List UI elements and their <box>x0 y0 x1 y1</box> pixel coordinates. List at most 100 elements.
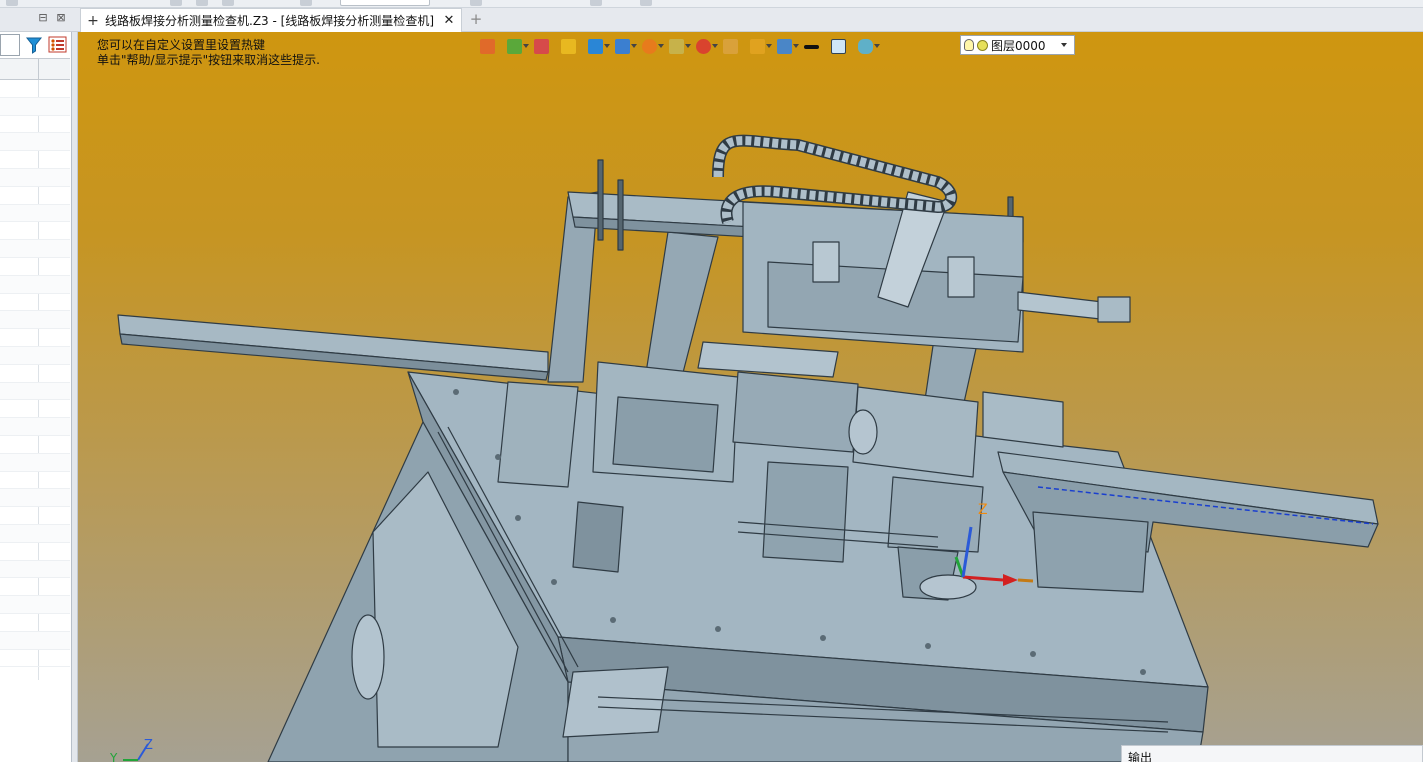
shading-button[interactable] <box>561 36 585 56</box>
cad-model[interactable]: Z Z Y <box>78 32 1423 762</box>
left-guide-block <box>497 381 579 488</box>
table-row[interactable] <box>0 294 70 312</box>
chevron-down-icon <box>604 44 610 48</box>
table-row[interactable] <box>0 418 70 436</box>
measure-button[interactable] <box>750 36 774 56</box>
table-row[interactable] <box>0 365 70 383</box>
color-button[interactable] <box>831 36 855 56</box>
table-row[interactable] <box>0 97 70 116</box>
table-row[interactable] <box>0 543 70 561</box>
manager-panel <box>0 32 72 762</box>
chevron-down-icon <box>712 44 718 48</box>
table-row[interactable] <box>0 275 70 294</box>
table-row[interactable] <box>0 631 70 650</box>
rotate-button[interactable] <box>723 36 747 56</box>
select-filter-button[interactable] <box>480 36 504 56</box>
layer-select[interactable]: 图层0000 <box>960 35 1075 55</box>
new-tab-button[interactable]: + <box>468 10 484 28</box>
panel-restore-icon[interactable]: ⊟ <box>36 11 50 25</box>
view-orient-button[interactable] <box>615 36 639 56</box>
table-row[interactable] <box>0 472 70 490</box>
chevron-down-icon <box>523 44 529 48</box>
rotary-disc <box>848 409 878 455</box>
ribbon-icon[interactable] <box>470 0 482 6</box>
table-row[interactable] <box>0 400 70 419</box>
bulb-icon[interactable] <box>964 39 974 51</box>
table-row[interactable] <box>0 116 70 134</box>
table-row[interactable] <box>0 240 70 258</box>
document-tab[interactable]: + 线路板焊接分析测量检查机.Z3 - [线路板焊接分析测量检查机] ✕ <box>80 8 462 32</box>
pick-mode-button[interactable] <box>507 36 531 56</box>
table-row[interactable] <box>0 489 70 508</box>
ribbon-combo[interactable] <box>340 0 430 6</box>
table-row[interactable] <box>0 168 70 187</box>
panel-close-icon[interactable]: ⊠ <box>54 11 68 25</box>
zoom-button[interactable] <box>696 36 720 56</box>
manager-grid-header[interactable] <box>0 58 70 81</box>
chevron-down-icon[interactable] <box>1061 43 1067 47</box>
output-panel-header[interactable]: 输出 <box>1121 745 1423 762</box>
column-divider[interactable] <box>38 59 39 81</box>
support-bar <box>572 501 624 573</box>
ribbon-icon[interactable] <box>222 0 234 6</box>
graphics-viewport[interactable]: 您可以在自定义设置里设置热键 单击"帮助/显示提示"按钮来取消这些提示. Z Z… <box>78 32 1423 762</box>
view-z-label: Z <box>144 738 153 753</box>
rail-block <box>697 341 839 378</box>
table-row[interactable] <box>0 382 70 401</box>
table-row[interactable] <box>0 311 70 330</box>
wireframe-icon <box>669 38 684 54</box>
hole <box>515 515 521 521</box>
hole <box>925 643 931 649</box>
ribbon-icon[interactable] <box>590 0 602 6</box>
app-window: ⊟ ⊠ + 线路板焊接分析测量检查机.Z3 - [线路板焊接分析测量检查机] ✕… <box>0 0 1423 762</box>
hole <box>453 389 459 395</box>
gantry-rod <box>617 179 624 251</box>
measure-icon <box>750 38 765 54</box>
table-row[interactable] <box>0 453 70 472</box>
ribbon-icon[interactable] <box>300 0 312 6</box>
table-row[interactable] <box>0 133 70 152</box>
manager-search-input[interactable] <box>0 34 20 56</box>
cabinet-hole <box>351 614 385 700</box>
table-row[interactable] <box>0 596 70 614</box>
table-row[interactable] <box>0 258 70 276</box>
ribbon-icon[interactable] <box>640 0 652 6</box>
lower-clamp <box>762 461 849 563</box>
table-row[interactable] <box>0 524 70 543</box>
manager-grid[interactable] <box>0 80 70 680</box>
table-row[interactable] <box>0 222 70 241</box>
table-row[interactable] <box>0 151 70 169</box>
table-row[interactable] <box>0 329 70 347</box>
table-row[interactable] <box>0 507 70 525</box>
ribbon-icon[interactable] <box>6 0 18 6</box>
triad-z-label: Z <box>978 502 988 518</box>
table-row[interactable] <box>0 650 70 668</box>
table-row[interactable] <box>0 80 70 98</box>
table-row[interactable] <box>0 436 70 454</box>
visibility-button[interactable] <box>858 36 882 56</box>
filter-icon[interactable] <box>25 35 43 55</box>
grid-button[interactable] <box>777 36 801 56</box>
pick-mode-icon <box>507 38 522 54</box>
line-style-button[interactable] <box>804 36 828 56</box>
section-button[interactable] <box>642 36 666 56</box>
table-row[interactable] <box>0 187 70 205</box>
render-mode-button[interactable] <box>588 36 612 56</box>
list-settings-icon[interactable] <box>48 35 68 55</box>
pencil-button[interactable] <box>534 36 558 56</box>
ribbon-icon[interactable] <box>170 0 182 6</box>
ribbon-icon[interactable] <box>196 0 208 6</box>
gantry-rod <box>597 159 604 241</box>
table-row[interactable] <box>0 560 70 579</box>
chevron-down-icon <box>793 44 799 48</box>
table-row[interactable] <box>0 204 70 223</box>
wireframe-button[interactable] <box>669 36 693 56</box>
table-row[interactable] <box>0 346 70 365</box>
pencil-icon <box>534 38 549 54</box>
pin-icon[interactable]: + <box>87 13 99 29</box>
close-icon[interactable]: ✕ <box>443 13 455 28</box>
table-row[interactable] <box>0 614 70 632</box>
hole <box>820 635 826 641</box>
table-row[interactable] <box>0 578 70 597</box>
document-tab-title: 线路板焊接分析测量检查机.Z3 - [线路板焊接分析测量检查机] <box>105 14 434 28</box>
